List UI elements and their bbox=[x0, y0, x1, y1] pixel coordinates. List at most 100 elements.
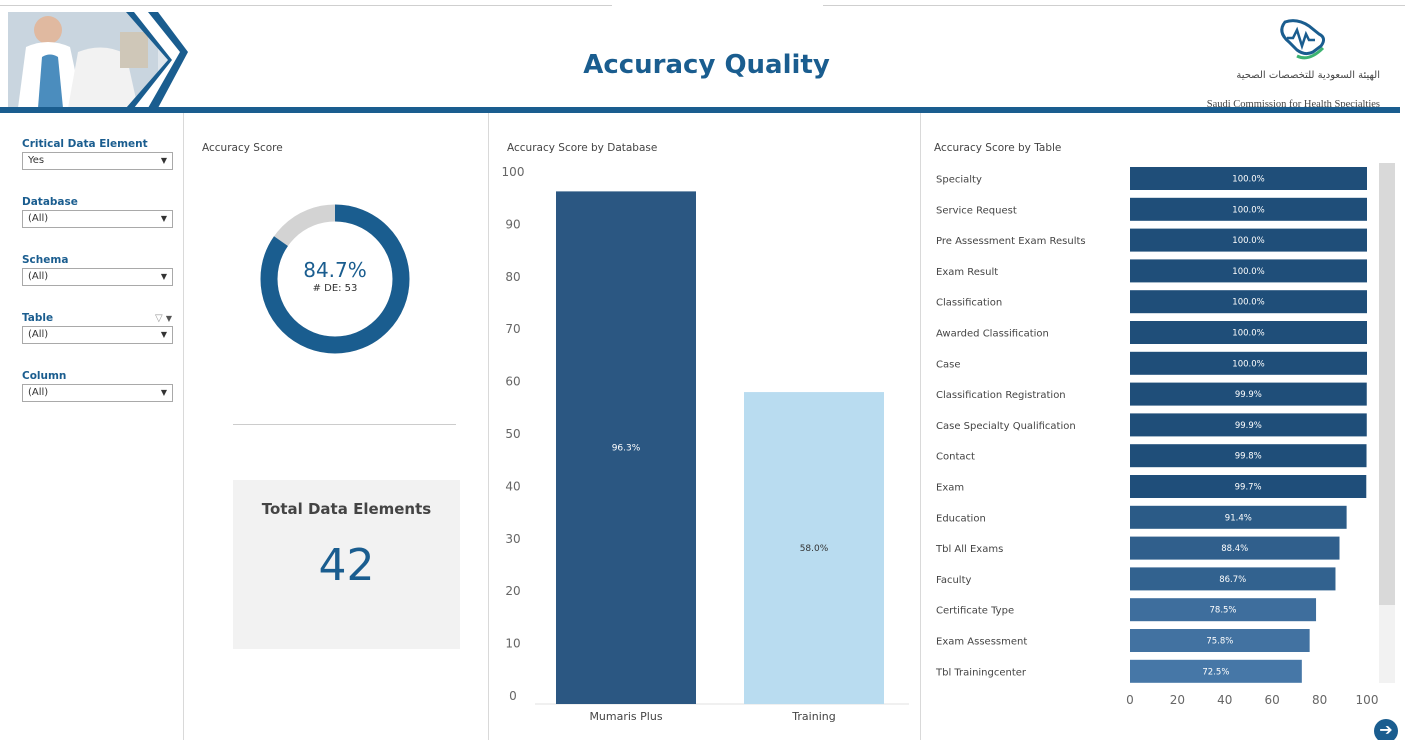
y-tick-label: Classification Registration bbox=[936, 390, 1066, 401]
logo-mark-icon bbox=[1280, 19, 1326, 60]
y-tick-label: 50 bbox=[505, 427, 520, 441]
scrollbar-thumb[interactable] bbox=[1379, 163, 1395, 605]
page-title: Accuracy Quality bbox=[583, 50, 830, 80]
y-tick-label: Case Specialty Qualification bbox=[936, 421, 1076, 432]
dropdown-value: (All) bbox=[28, 213, 49, 224]
x-tick-label: 40 bbox=[1217, 693, 1232, 707]
chevron-down-icon: ▼ bbox=[160, 214, 167, 223]
scfhs-logo: الهيئة السعودية للتخصصات الصحية Saudi Co… bbox=[1205, 16, 1400, 110]
filter-column: Column (All) ▼ bbox=[22, 369, 174, 427]
table-dropdown[interactable]: (All) ▼ bbox=[22, 326, 173, 344]
table-chart-title: Accuracy Score by Table bbox=[934, 142, 1062, 154]
x-tick-label: Mumaris Plus bbox=[589, 710, 662, 723]
y-tick-label: Exam Result bbox=[936, 267, 998, 278]
x-tick-label: 80 bbox=[1312, 693, 1327, 707]
bar-value-label: 86.7% bbox=[1219, 575, 1246, 585]
y-tick-label: 40 bbox=[505, 479, 520, 493]
chart-scrollbar[interactable] bbox=[1379, 163, 1395, 683]
data-element-count: # DE: 53 bbox=[312, 283, 358, 294]
bar-value-label: 100.0% bbox=[1232, 359, 1264, 369]
bar-value-label: 75.8% bbox=[1206, 637, 1233, 647]
y-tick-label: Exam bbox=[936, 483, 964, 494]
y-tick-label: 100 bbox=[502, 165, 525, 179]
x-tick-label: Training bbox=[791, 710, 835, 723]
y-tick-label: 90 bbox=[505, 217, 520, 231]
bar-value-label: 88.4% bbox=[1221, 544, 1248, 554]
bar-value-label: 99.9% bbox=[1235, 421, 1262, 431]
filter-database: Database (All) ▼ bbox=[22, 195, 174, 253]
bar-value-label: 100.0% bbox=[1232, 236, 1264, 246]
bar-value-label: 78.5% bbox=[1210, 606, 1237, 616]
chevron-down-icon: ▼ bbox=[160, 156, 167, 165]
y-tick-label: Case bbox=[936, 359, 960, 370]
total-card-title: Total Data Elements bbox=[261, 500, 432, 518]
bar-value-label: 100.0% bbox=[1232, 267, 1264, 277]
bar-value-label: 99.7% bbox=[1235, 483, 1262, 493]
x-tick-label: 60 bbox=[1265, 693, 1280, 707]
filter-panel: Critical Data Element Yes ▼ Database (Al… bbox=[22, 137, 174, 427]
accuracy-by-database-chart: 0 10 20 30 40 50 60 70 80 90 100 96.3% Mumaris Plus 5… bbox=[502, 165, 909, 723]
filter-label: Schema bbox=[22, 254, 69, 266]
y-tick-label: Contact bbox=[936, 452, 975, 463]
dropdown-value: Yes bbox=[28, 155, 45, 166]
y-tick-label: Tbl Trainingcenter bbox=[935, 667, 1027, 678]
bar-value-label: 58.0% bbox=[800, 544, 829, 554]
x-tick-label: 20 bbox=[1170, 693, 1185, 707]
filter-label: Table bbox=[22, 312, 54, 324]
funnel-filter-icon[interactable]: ▽ bbox=[155, 313, 163, 324]
chevron-down-icon: ▼ bbox=[160, 330, 167, 339]
y-tick-label: Awarded Classification bbox=[936, 329, 1049, 340]
menu-dropdown-icon[interactable]: ▼ bbox=[166, 314, 172, 323]
logo-arabic-text: الهيئة السعودية للتخصصات الصحية bbox=[1236, 70, 1380, 81]
y-tick-label: Certificate Type bbox=[936, 606, 1014, 617]
y-tick-label: 0 bbox=[509, 689, 517, 703]
y-tick-label: Pre Assessment Exam Results bbox=[936, 236, 1086, 247]
divider bbox=[920, 113, 921, 740]
header-rule-right bbox=[823, 5, 1405, 6]
bar-value-label: 100.0% bbox=[1232, 329, 1264, 339]
bar-value-label: 100.0% bbox=[1232, 175, 1264, 185]
donut-center-label: 84.7% # DE: 53 bbox=[260, 258, 410, 294]
header-bar bbox=[0, 107, 1400, 113]
accuracy-score-title: Accuracy Score bbox=[202, 142, 283, 154]
y-tick-label: 70 bbox=[505, 322, 520, 336]
filter-label: Database bbox=[22, 196, 78, 208]
filter-table: Table ▽ ▼ (All) ▼ bbox=[22, 311, 174, 369]
dropdown-value: (All) bbox=[28, 329, 49, 340]
critical-data-element-dropdown[interactable]: Yes ▼ bbox=[22, 152, 173, 170]
y-tick-label: 10 bbox=[505, 637, 520, 651]
schema-dropdown[interactable]: (All) ▼ bbox=[22, 268, 173, 286]
filter-label: Column bbox=[22, 370, 67, 382]
bar-value-label: 99.8% bbox=[1235, 452, 1262, 462]
db-chart-title: Accuracy Score by Database bbox=[507, 142, 658, 154]
next-arrow-button[interactable]: ➔ bbox=[1374, 719, 1398, 740]
y-tick-label: Service Request bbox=[936, 205, 1017, 216]
y-tick-label: Tbl All Exams bbox=[935, 544, 1003, 555]
bar-value-label: 72.5% bbox=[1202, 667, 1229, 677]
y-tick-label: Classification bbox=[936, 298, 1002, 309]
x-tick-label: 0 bbox=[1126, 693, 1134, 707]
bar-value-label: 91.4% bbox=[1225, 513, 1252, 523]
filter-label: Critical Data Element bbox=[22, 138, 148, 150]
y-tick-label: 80 bbox=[505, 270, 520, 284]
accuracy-by-table-chart: Specialty 100.0% Service Request 100.0% Pre … bbox=[935, 167, 1378, 707]
chevron-down-icon: ▼ bbox=[160, 388, 167, 397]
total-card-value: 42 bbox=[318, 540, 375, 591]
y-tick-label: 20 bbox=[505, 584, 520, 598]
y-tick-label: Faculty bbox=[936, 575, 971, 586]
database-dropdown[interactable]: (All) ▼ bbox=[22, 210, 173, 228]
dropdown-value: (All) bbox=[28, 271, 49, 282]
filter-critical-data-element: Critical Data Element Yes ▼ bbox=[22, 137, 174, 195]
arrow-right-icon: ➔ bbox=[1379, 720, 1393, 739]
column-dropdown[interactable]: (All) ▼ bbox=[22, 384, 173, 402]
filter-options: ▽ ▼ bbox=[155, 311, 172, 326]
accuracy-score-value: 84.7% bbox=[303, 258, 367, 282]
header-rule-left bbox=[0, 5, 612, 6]
y-tick-label: Education bbox=[936, 513, 986, 524]
bar-value-label: 99.9% bbox=[1235, 390, 1262, 400]
y-tick-label: Exam Assessment bbox=[936, 637, 1027, 648]
bar-value-label: 100.0% bbox=[1232, 205, 1264, 215]
dropdown-value: (All) bbox=[28, 387, 49, 398]
filter-schema: Schema (All) ▼ bbox=[22, 253, 174, 311]
divider bbox=[488, 113, 489, 740]
